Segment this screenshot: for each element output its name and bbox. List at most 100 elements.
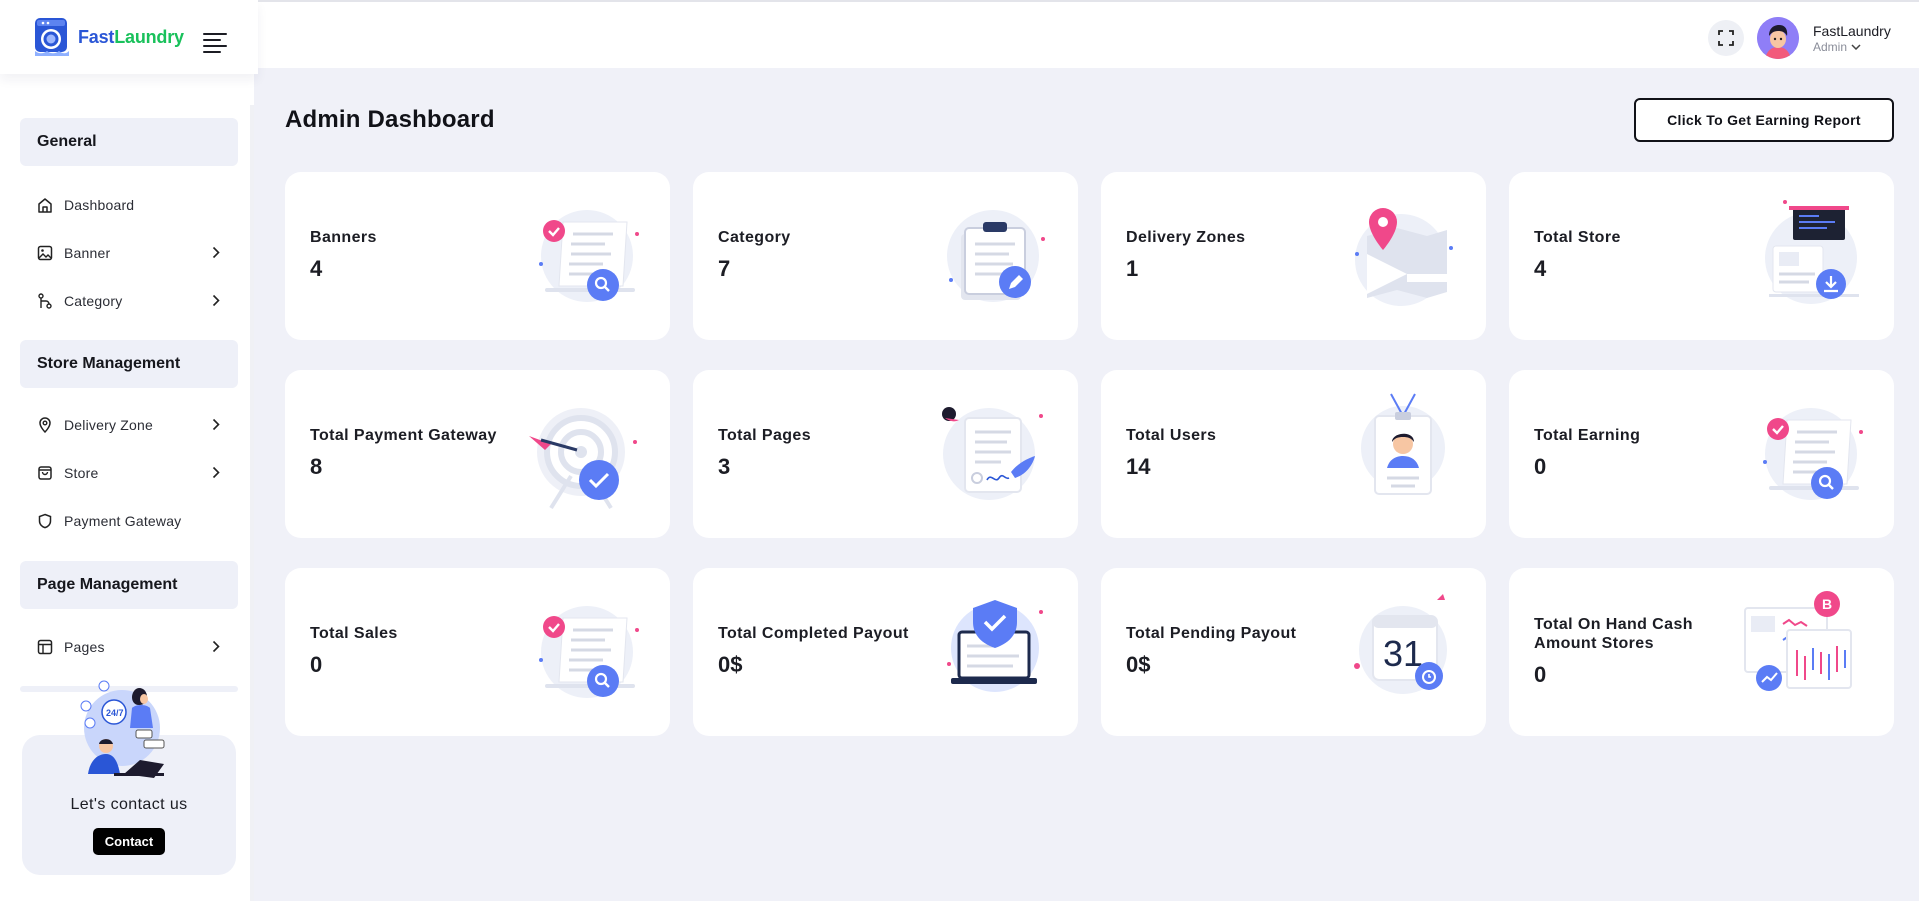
sidebar-item-store[interactable]: Store: [36, 459, 232, 487]
card-value: 0: [1534, 662, 1547, 687]
sidebar-item-payment-gateway[interactable]: Payment Gateway: [36, 507, 232, 535]
fullscreen-button[interactable]: [1708, 20, 1744, 56]
fullscreen-icon: [1718, 30, 1734, 46]
card-value: 0$: [1126, 652, 1151, 677]
page-title: Admin Dashboard: [285, 106, 495, 133]
card-title: Total Completed Payout: [718, 625, 909, 642]
svg-text:24/7: 24/7: [106, 708, 124, 718]
sidebar-scrollbar[interactable]: [250, 105, 254, 901]
sidebar-item-delivery-zone[interactable]: Delivery Zone: [36, 411, 232, 439]
card-title: Total Payment Gateway: [310, 427, 497, 444]
contact-button[interactable]: Contact: [93, 828, 165, 855]
card-value: 4: [1534, 256, 1547, 281]
section-store-management: Store Management: [20, 340, 238, 388]
brand-name: FastLaundry: [78, 27, 184, 48]
sidebar-item-label: Banner: [64, 245, 111, 261]
id-badge-illustration-icon: [1331, 392, 1461, 517]
card-value: 1: [1126, 256, 1139, 281]
image-icon: [36, 244, 54, 262]
stat-card-category[interactable]: Category 7: [693, 172, 1078, 340]
card-value: 0: [1534, 454, 1547, 479]
chevron-right-icon: [212, 640, 220, 653]
card-value: 0$: [718, 652, 743, 677]
sidebar-item-label: Payment Gateway: [64, 513, 182, 529]
home-icon: [36, 196, 54, 214]
sidebar-item-label: Pages: [64, 639, 105, 655]
top-bar: FastLaundry Admin: [0, 0, 1919, 68]
brand-name-laundry: Laundry: [114, 27, 184, 47]
card-title: Total Store: [1534, 229, 1621, 246]
user-role: Admin: [1813, 40, 1848, 54]
card-title: Banners: [310, 229, 377, 246]
card-value: 14: [1126, 454, 1151, 479]
card-title: Total Pages: [718, 427, 812, 444]
card-title: Delivery Zones: [1126, 229, 1246, 246]
bitcoin-chart-illustration-icon: B: [1739, 590, 1869, 715]
stat-card-total-payment-gateway[interactable]: Total Payment Gateway 8: [285, 370, 670, 538]
card-title: Total Users: [1126, 427, 1217, 444]
card-title: Category: [718, 229, 791, 246]
menu-toggle-icon[interactable]: [203, 33, 227, 53]
chevron-down-icon: [1851, 44, 1861, 50]
calendar-alarm-illustration-icon: 31: [1331, 590, 1461, 715]
earning-report-button[interactable]: Click To Get Earning Report: [1634, 98, 1894, 142]
support-illustration-icon: 24/7: [74, 678, 184, 788]
branch-icon: [36, 292, 54, 310]
brand-name-fast: Fast: [78, 27, 115, 47]
user-avatar-icon: [1757, 17, 1799, 59]
stat-card-banners[interactable]: Banners 4: [285, 172, 670, 340]
section-general: General: [20, 118, 238, 166]
washing-machine-logo-icon: [33, 15, 71, 57]
card-value: 8: [310, 454, 323, 479]
sidebar-item-pages[interactable]: Pages: [36, 633, 232, 661]
bag-icon: [36, 464, 54, 482]
sidebar-item-label: Dashboard: [64, 197, 135, 213]
chevron-right-icon: [212, 466, 220, 479]
map-pin-illustration-icon: [1331, 194, 1461, 319]
laptop-shield-illustration-icon: [923, 590, 1053, 715]
stat-card-total-store[interactable]: Total Store 4: [1509, 172, 1894, 340]
sidebar-item-category[interactable]: Category: [36, 287, 232, 315]
sidebar-item-label: Store: [64, 465, 99, 481]
card-title: Total On Hand Cash Amount Stores: [1534, 616, 1693, 652]
target-check-illustration-icon: [515, 392, 645, 517]
stat-card-total-sales[interactable]: Total Sales 0: [285, 568, 670, 736]
card-value: 7: [718, 256, 731, 281]
sidebar-item-banner[interactable]: Banner: [36, 239, 232, 267]
map-pin-icon: [36, 416, 54, 434]
download-screen-illustration-icon: [1739, 194, 1869, 319]
contact-title: Let's contact us: [70, 796, 188, 813]
card-value: 3: [718, 454, 731, 479]
clipboard-pen-illustration-icon: [923, 194, 1053, 319]
shield-icon: [36, 512, 54, 530]
document-search-illustration-icon: [515, 590, 645, 715]
avatar[interactable]: [1757, 17, 1799, 59]
svg-text:B: B: [1822, 596, 1832, 612]
chevron-right-icon: [212, 418, 220, 431]
card-title: Total Earning: [1534, 427, 1641, 444]
stat-card-total-users[interactable]: Total Users 14: [1101, 370, 1486, 538]
stat-card-total-completed-payout[interactable]: Total Completed Payout 0$: [693, 568, 1078, 736]
card-value: 0: [310, 652, 323, 677]
brand-block: FastLaundry: [0, 0, 258, 74]
user-name[interactable]: FastLaundry: [1813, 23, 1891, 39]
stat-card-total-on-hand-cash[interactable]: Total On Hand Cash Amount Stores 0 B: [1509, 568, 1894, 736]
chevron-right-icon: [212, 294, 220, 307]
stat-card-total-pages[interactable]: Total Pages 3: [693, 370, 1078, 538]
sidebar-item-label: Delivery Zone: [64, 417, 153, 433]
document-search-illustration-icon: [515, 194, 645, 319]
sidebar-item-label: Category: [64, 293, 123, 309]
layout-icon: [36, 638, 54, 656]
card-title: Total Sales: [310, 625, 398, 642]
chevron-right-icon: [212, 246, 220, 259]
stat-card-delivery-zones[interactable]: Delivery Zones 1: [1101, 172, 1486, 340]
user-role-dropdown[interactable]: Admin: [1813, 40, 1861, 54]
stat-card-total-earning[interactable]: Total Earning 0: [1509, 370, 1894, 538]
card-title: Total Pending Payout: [1126, 625, 1297, 642]
sidebar-item-dashboard[interactable]: Dashboard: [36, 191, 232, 219]
stat-card-total-pending-payout[interactable]: Total Pending Payout 0$ 31: [1101, 568, 1486, 736]
section-page-management: Page Management: [20, 561, 238, 609]
calendar-day: 31: [1383, 633, 1423, 674]
card-value: 4: [310, 256, 323, 281]
signed-document-illustration-icon: [923, 392, 1053, 517]
